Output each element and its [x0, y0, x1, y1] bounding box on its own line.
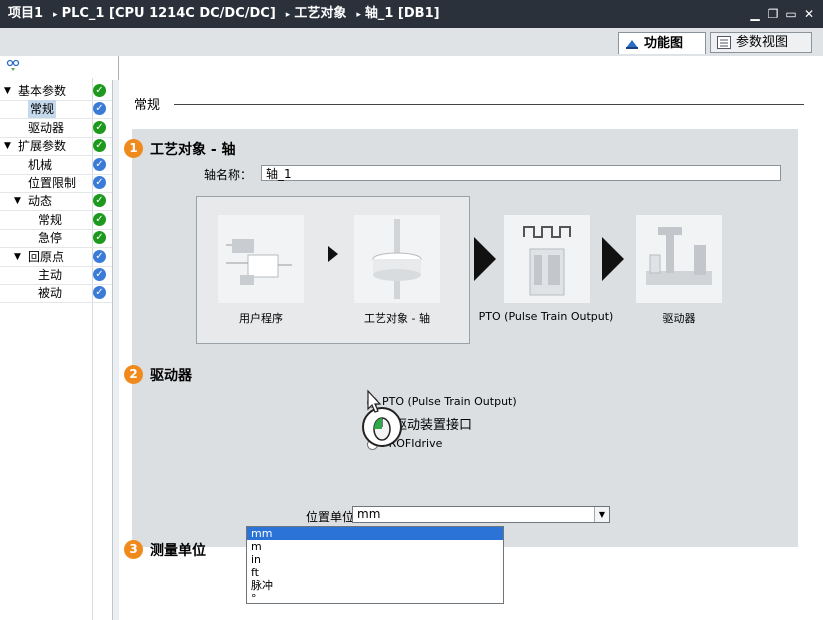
- mouse-click-icon: [362, 389, 402, 447]
- restore-icon[interactable]: ❐: [767, 8, 779, 20]
- maximize-icon[interactable]: ▭: [785, 8, 797, 20]
- tree-item-label: 被动: [38, 286, 63, 301]
- breadcrumb-plc[interactable]: PLC_1 [CPU 1214C DC/DC/DC]: [62, 6, 276, 21]
- drive-image: [636, 215, 722, 303]
- dropdown-option[interactable]: mm: [247, 527, 503, 540]
- units-heading: 测量单位: [150, 543, 206, 559]
- diagram-caption-drive: 驱动器: [662, 312, 696, 325]
- settings-panel: 1 工艺对象 - 轴 轴名称： 轴_1 用户程序 工艺对象 - 轴 PTO (P…: [124, 129, 798, 559]
- tree-toolbar-icon[interactable]: [6, 59, 20, 73]
- tree-item[interactable]: 常规 ✓: [0, 100, 112, 120]
- tree-item-label: 主动: [38, 268, 63, 282]
- tree-item-label: 扩展参数: [18, 139, 67, 154]
- tree-item-label: 常规: [38, 212, 63, 227]
- tree-scrollbar[interactable]: [112, 80, 119, 620]
- dropdown-option[interactable]: °: [247, 592, 503, 605]
- status-ok-icon: ✓: [93, 120, 106, 134]
- diagram-caption-tech-object: 工艺对象 - 轴: [364, 312, 430, 325]
- tab-function-view[interactable]: 功能图: [618, 32, 706, 54]
- minimize-icon[interactable]: ▁: [749, 8, 761, 20]
- drive-heading: 驱动器: [150, 368, 192, 384]
- status-ok-icon: ✓: [93, 231, 106, 245]
- chevron-right-icon: ▸: [53, 10, 58, 20]
- expand-arrow-icon[interactable]: ▼: [14, 192, 21, 210]
- position-unit-select[interactable]: mm ▼: [352, 506, 610, 523]
- status-ok-icon: ✓: [93, 194, 106, 208]
- arrow-right-icon: [602, 237, 624, 281]
- tab-param-view-label: 参数视图: [736, 35, 789, 50]
- axis-name-label: 轴名称：: [204, 168, 253, 182]
- parameter-tree: ▼ 基本参数 ✓ 常规 ✓ 驱动器 ✓ ▼ 扩展参数 ✓ 机械 ✓ 位置限制 ✓ ▼ 动态 ✓ 常规 ✓ 急停 ✓ ▼ 回原…: [0, 56, 119, 620]
- position-unit-dropdown-list: mm m in ft 脉冲 °: [246, 526, 504, 605]
- pto-image: [504, 215, 590, 303]
- status-configured-icon: ✓: [93, 268, 106, 281]
- step-badge-2: 2: [124, 365, 143, 384]
- tree-item[interactable]: 急停 ✓: [0, 229, 112, 249]
- chevron-right-icon: ▸: [285, 10, 291, 20]
- tree-item[interactable]: ▼ 动态 ✓: [0, 192, 112, 212]
- close-icon[interactable]: ✕: [803, 8, 815, 20]
- tree-item[interactable]: 常规 ✓: [0, 211, 112, 230]
- breadcrumb-axis[interactable]: 轴_1 [DB1]: [365, 6, 440, 21]
- section-divider: [174, 104, 804, 105]
- tree-item-label: 动态: [28, 194, 53, 209]
- tree-item-label: 驱动器: [28, 120, 65, 135]
- section-title: 常规: [134, 98, 161, 113]
- expand-arrow-icon[interactable]: ▼: [4, 82, 11, 100]
- tree-item[interactable]: 驱动器 ✓: [0, 119, 112, 138]
- breadcrumb-tech-objects[interactable]: 工艺对象: [294, 6, 346, 21]
- tree-item-label: 机械: [28, 157, 53, 172]
- arrow-right-icon: [328, 246, 338, 262]
- dropdown-option[interactable]: in: [247, 553, 503, 566]
- chevron-down-icon[interactable]: ▼: [594, 507, 609, 522]
- dropdown-option[interactable]: m: [247, 540, 503, 553]
- expand-arrow-icon[interactable]: ▼: [14, 248, 21, 266]
- tree-item[interactable]: 主动 ✓: [0, 266, 112, 285]
- diagram-caption-pto: PTO (Pulse Train Output): [478, 310, 614, 323]
- dropdown-option[interactable]: ft: [247, 566, 503, 579]
- status-configured-icon: ✓: [93, 249, 106, 263]
- breadcrumb-project[interactable]: 项目1: [8, 6, 43, 21]
- tree-item[interactable]: 被动 ✓: [0, 284, 112, 304]
- tree-item[interactable]: ▼ 回原点 ✓: [0, 248, 112, 267]
- chevron-right-icon: ▸: [356, 10, 361, 20]
- user-program-image: [218, 215, 304, 303]
- position-unit-value: mm: [357, 507, 381, 521]
- tech-object-heading: 工艺对象 - 轴: [150, 142, 236, 158]
- function-view-icon: [626, 40, 638, 49]
- param-view-icon: [717, 36, 731, 49]
- tree-item-label: 常规: [28, 100, 57, 119]
- tree-item[interactable]: 机械 ✓: [0, 156, 112, 175]
- status-configured-icon: ✓: [93, 286, 106, 300]
- status-ok-icon: ✓: [93, 139, 106, 153]
- view-tab-bar: 功能图 参数视图: [0, 28, 823, 57]
- expand-arrow-icon[interactable]: ▼: [4, 137, 11, 155]
- tree-item[interactable]: 位置限制 ✓: [0, 174, 112, 193]
- status-configured-icon: ✓: [93, 157, 106, 171]
- step-badge-3: 3: [124, 540, 143, 559]
- status-configured-icon: ✓: [93, 102, 106, 116]
- tree-item-label: 位置限制: [28, 176, 77, 190]
- tab-param-view[interactable]: 参数视图: [710, 32, 812, 53]
- status-configured-icon: ✓: [93, 176, 106, 189]
- axis-name-input[interactable]: 轴_1: [261, 165, 781, 181]
- tree-item-label: 回原点: [28, 249, 65, 264]
- tree-item[interactable]: ▼ 基本参数 ✓: [0, 82, 112, 101]
- tree-item[interactable]: ▼ 扩展参数 ✓: [0, 137, 112, 157]
- breadcrumb: 项目1 ▸ PLC_1 [CPU 1214C DC/DC/DC] ▸ 工艺对象 ▸ 轴_1 …: [8, 0, 444, 29]
- window-title-bar: 项目1 ▸ PLC_1 [CPU 1214C DC/DC/DC] ▸ 工艺对象 ▸ 轴_1 …: [0, 0, 823, 28]
- diagram-caption-user-program: 用户程序: [239, 312, 283, 325]
- dropdown-option[interactable]: 脉冲: [247, 579, 503, 592]
- tree-item-label: 基本参数: [18, 84, 67, 98]
- tree-item-label: 急停: [38, 231, 63, 246]
- arrow-right-icon: [474, 237, 496, 281]
- tech-object-image: [354, 215, 440, 303]
- step-badge-1: 1: [124, 139, 143, 158]
- tab-function-view-label: 功能图: [644, 36, 684, 51]
- status-ok-icon: ✓: [93, 212, 106, 226]
- status-ok-icon: ✓: [93, 84, 106, 97]
